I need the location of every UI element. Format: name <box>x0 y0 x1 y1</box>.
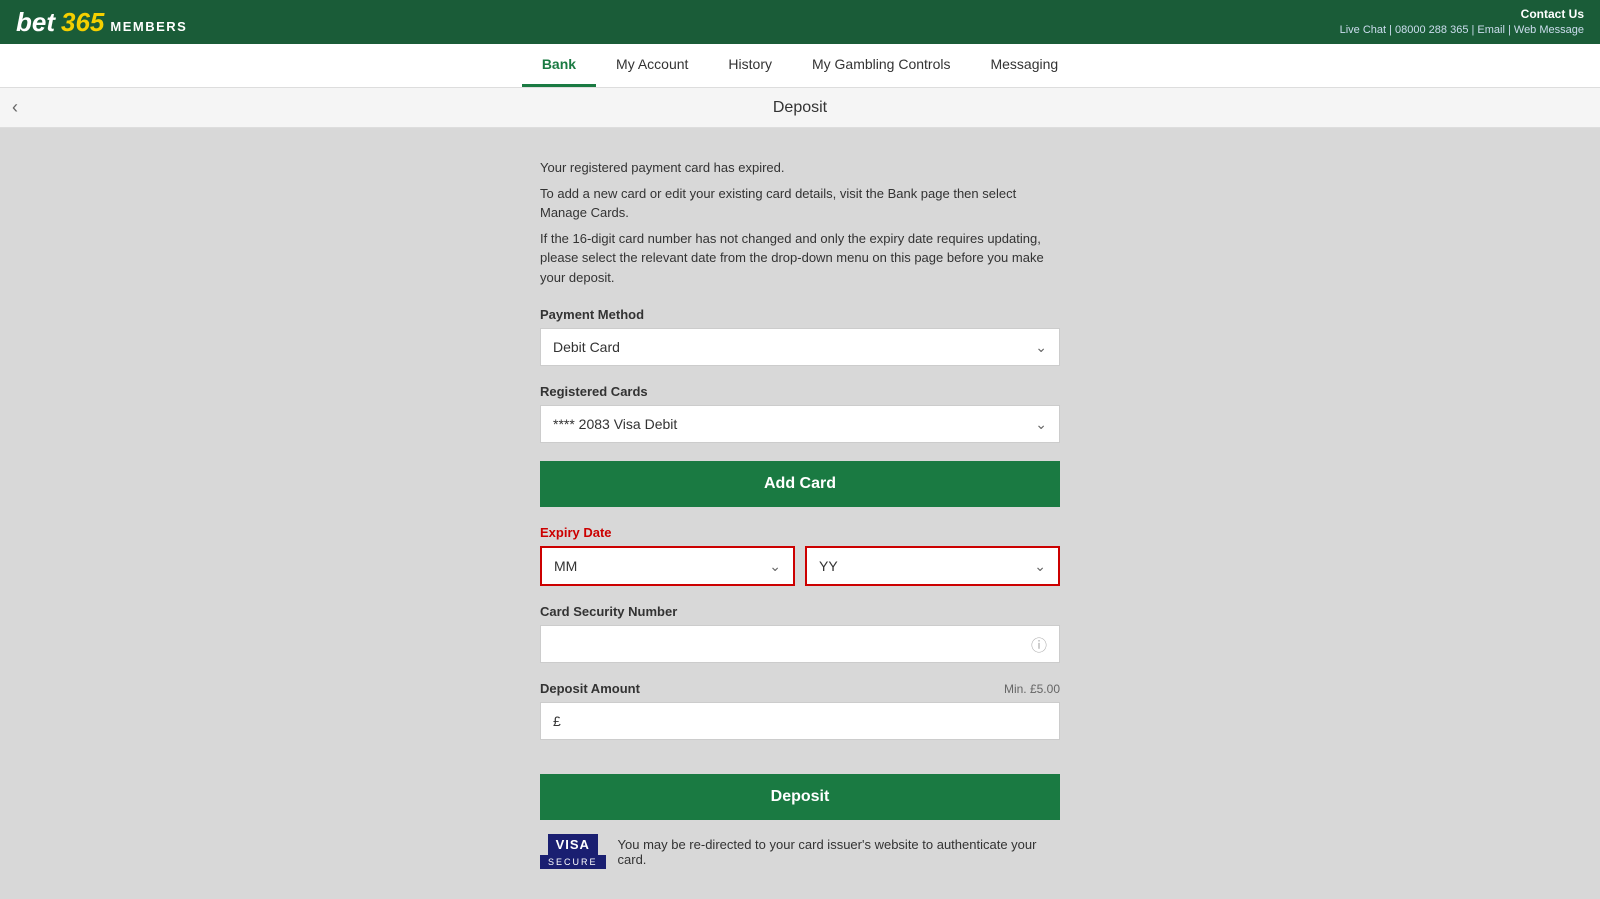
card-security-wrapper: ⓘ <box>540 625 1060 663</box>
logo-members: MEMBERS <box>110 19 187 34</box>
nav-messaging[interactable]: Messaging <box>970 44 1078 87</box>
deposit-form-container: Your registered payment card has expired… <box>540 148 1060 879</box>
payment-method-arrow[interactable]: ⌄ <box>1023 339 1059 356</box>
nav-gambling-controls[interactable]: My Gambling Controls <box>792 44 971 87</box>
info-icon[interactable]: ⓘ <box>1019 632 1059 656</box>
secure-label: SECURE <box>540 855 606 869</box>
page-title-bar: ‹ Deposit <box>0 88 1600 128</box>
contact-info: Contact Us Live Chat | 08000 288 365 | E… <box>1340 6 1584 38</box>
expiry-date-group: Expiry Date MM ⌄ YY ⌄ <box>540 525 1060 586</box>
expiry-year-value: YY <box>807 548 1022 584</box>
contact-links[interactable]: Live Chat | 08000 288 365 | Email | Web … <box>1340 23 1584 38</box>
visa-secure-notice: You may be re-directed to your card issu… <box>618 837 1060 867</box>
expiry-row: MM ⌄ YY ⌄ <box>540 546 1060 586</box>
nav-my-account[interactable]: My Account <box>596 44 708 87</box>
expiry-year-arrow[interactable]: ⌄ <box>1022 558 1058 575</box>
currency-symbol: £ <box>553 713 561 729</box>
contact-title: Contact Us <box>1340 6 1584 23</box>
registered-cards-value: **** 2083 Visa Debit <box>541 406 1023 442</box>
deposit-amount-header: Deposit Amount Min. £5.00 <box>540 681 1060 696</box>
deposit-amount-group: Deposit Amount Min. £5.00 £ <box>540 681 1060 740</box>
main-nav: Bank My Account History My Gambling Cont… <box>0 44 1600 88</box>
nav-bank[interactable]: Bank <box>522 44 596 87</box>
registered-cards-group: Registered Cards **** 2083 Visa Debit ⌄ <box>540 384 1060 443</box>
deposit-amount-input-wrapper: £ <box>540 702 1060 740</box>
card-security-input[interactable] <box>541 626 1019 662</box>
deposit-amount-input[interactable] <box>565 713 1047 729</box>
page-title: Deposit <box>773 99 827 117</box>
logo-bet: bet <box>16 7 55 38</box>
main-content: Your registered payment card has expired… <box>0 128 1600 899</box>
nav-history[interactable]: History <box>708 44 792 87</box>
expiry-month-select[interactable]: MM ⌄ <box>540 546 795 586</box>
registered-cards-select[interactable]: **** 2083 Visa Debit ⌄ <box>540 405 1060 443</box>
payment-method-group: Payment Method Debit Card ⌄ <box>540 307 1060 366</box>
notice-line3: If the 16-digit card number has not chan… <box>540 229 1060 288</box>
deposit-amount-min: Min. £5.00 <box>1004 682 1060 696</box>
expiry-date-label: Expiry Date <box>540 525 1060 540</box>
expiry-month-arrow[interactable]: ⌄ <box>757 558 793 575</box>
logo-365: 365 <box>61 7 104 38</box>
card-security-label: Card Security Number <box>540 604 1060 619</box>
expiry-month-value: MM <box>542 548 757 584</box>
add-card-button[interactable]: Add Card <box>540 461 1060 507</box>
visa-label: VISA <box>548 834 598 855</box>
deposit-button[interactable]: Deposit <box>540 774 1060 820</box>
logo: bet365 MEMBERS <box>16 7 187 38</box>
deposit-amount-label: Deposit Amount <box>540 681 640 696</box>
payment-method-label: Payment Method <box>540 307 1060 322</box>
registered-cards-label: Registered Cards <box>540 384 1060 399</box>
payment-method-select[interactable]: Debit Card ⌄ <box>540 328 1060 366</box>
header: bet365 MEMBERS Contact Us Live Chat | 08… <box>0 0 1600 44</box>
visa-badge: VISA SECURE <box>540 834 606 869</box>
notice-line2: To add a new card or edit your existing … <box>540 184 1060 223</box>
registered-cards-arrow[interactable]: ⌄ <box>1023 416 1059 433</box>
card-security-group: Card Security Number ⓘ <box>540 604 1060 663</box>
expiry-year-select[interactable]: YY ⌄ <box>805 546 1060 586</box>
back-button[interactable]: ‹ <box>12 97 18 118</box>
visa-secure-row: VISA SECURE You may be re-directed to yo… <box>540 834 1060 869</box>
notice-line1: Your registered payment card has expired… <box>540 158 1060 178</box>
payment-method-value: Debit Card <box>541 329 1023 365</box>
